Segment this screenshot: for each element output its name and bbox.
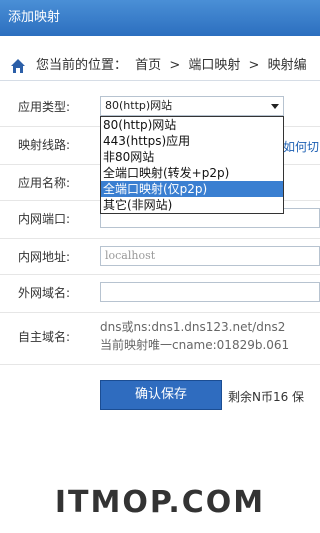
app-type-select[interactable]: 80(http)网站 [100,96,284,116]
breadcrumb-sep: > [248,58,260,73]
dns-line: dns或ns:dns1.dns123.net/dns2 [100,320,286,334]
own-domain-info: dns或ns:dns1.dns123.net/dns2 当前映射唯一cname:… [100,318,289,354]
remaining-credits: 剩余N币16 保 [228,390,305,404]
app-type-dropdown[interactable]: 80(http)网站 443(https)应用 非80网站 全端口映射(转发+p… [100,116,284,214]
breadcrumb-current: 映射编 [267,58,307,73]
lan-port-label: 内网端口: [18,212,71,226]
home-icon[interactable] [10,58,26,74]
route-help-link[interactable]: 如何切 [283,138,319,155]
window-title: 添加映射 [8,10,61,25]
dropdown-option[interactable]: 80(http)网站 [101,117,283,133]
lan-addr-placeholder: localhost [105,249,156,262]
breadcrumb-sep: > [169,58,181,73]
window-titlebar: 添加映射 [0,0,320,36]
app-type-value: 80(http)网站 [105,99,173,112]
breadcrumb-port-mapping[interactable]: 端口映射 [188,58,240,73]
breadcrumb: 您当前的位置： 首页 > 端口映射 > 映射编 [0,52,320,81]
dropdown-option[interactable]: 其它(非网站) [101,197,283,213]
breadcrumb-home[interactable]: 首页 [135,58,161,73]
row-wan-domain: 外网域名: [0,274,320,313]
own-domain-label: 自主域名: [18,330,71,344]
route-label: 映射线路: [18,138,71,152]
wan-domain-label: 外网域名: [18,286,71,300]
wan-domain-input[interactable] [100,282,320,302]
dropdown-option[interactable]: 443(https)应用 [101,133,283,149]
watermark: ITMOP.COM [54,485,266,520]
dropdown-option[interactable]: 全端口映射(转发+p2p) [101,165,283,181]
lan-addr-input[interactable]: localhost [100,246,320,266]
app-name-label: 应用名称: [18,176,71,190]
cname-line: 当前映射唯一cname:01829b.061 [100,338,290,352]
dropdown-option-selected[interactable]: 全端口映射(仅p2p) [101,181,283,197]
dropdown-option[interactable]: 非80网站 [101,149,283,165]
breadcrumb-prefix: 您当前的位置： [36,58,128,73]
app-type-label: 应用类型: [18,100,71,114]
row-lan-addr: 内网地址: localhost [0,238,320,275]
lan-addr-label: 内网地址: [18,250,71,264]
save-button[interactable]: 确认保存 [100,380,222,410]
chevron-down-icon [271,104,279,109]
